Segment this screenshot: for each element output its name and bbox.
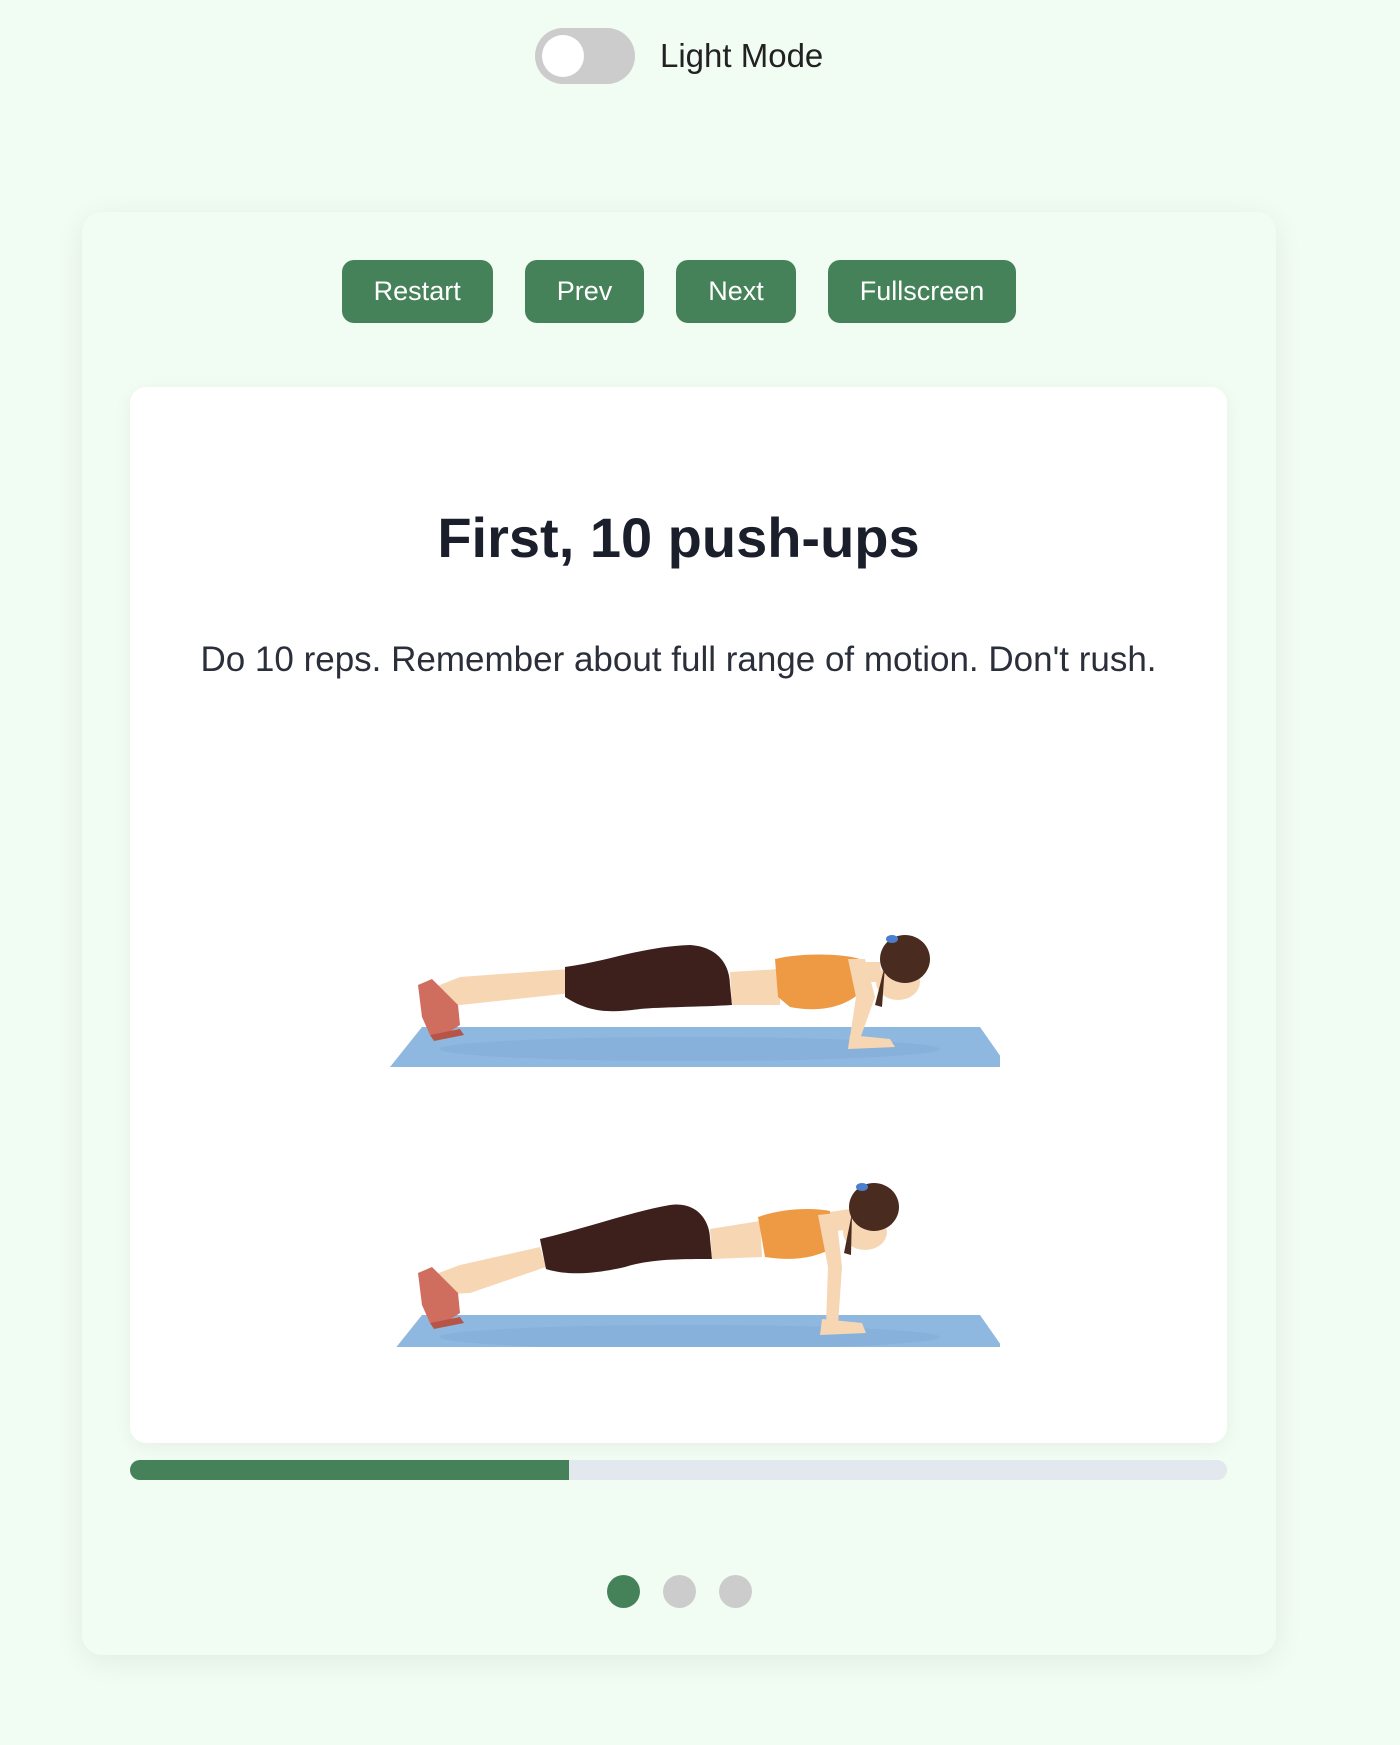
theme-switch[interactable] [535,28,635,84]
exercise-slide: First, 10 push-ups Do 10 reps. Remember … [130,387,1227,1443]
push-up-illustration [390,935,1000,1347]
pagination-dot[interactable] [718,1575,752,1608]
pagination-dot[interactable] [662,1575,696,1608]
next-button[interactable]: Next [676,260,796,323]
controls-bar: Restart Prev Next Fullscreen [82,260,1276,323]
pagination-dot[interactable] [606,1575,640,1608]
slide-title: First, 10 push-ups [437,506,920,569]
theme-toggle: Light Mode [535,28,823,84]
prev-button[interactable]: Prev [524,260,645,323]
fullscreen-button[interactable]: Fullscreen [827,260,1017,323]
progress-bar [130,1460,1227,1480]
theme-label: Light Mode [660,37,824,74]
pagination-dots [82,1575,1276,1608]
push-up-up-figure [396,1183,1000,1347]
progress-fill [130,1460,569,1480]
restart-button[interactable]: Restart [341,260,493,323]
slide-description: Do 10 reps. Remember about full range of… [200,640,1157,679]
push-up-down-figure [390,935,1000,1067]
switch-knob [542,35,584,77]
workout-card: Restart Prev Next Fullscreen First, 10 p… [82,212,1276,1655]
